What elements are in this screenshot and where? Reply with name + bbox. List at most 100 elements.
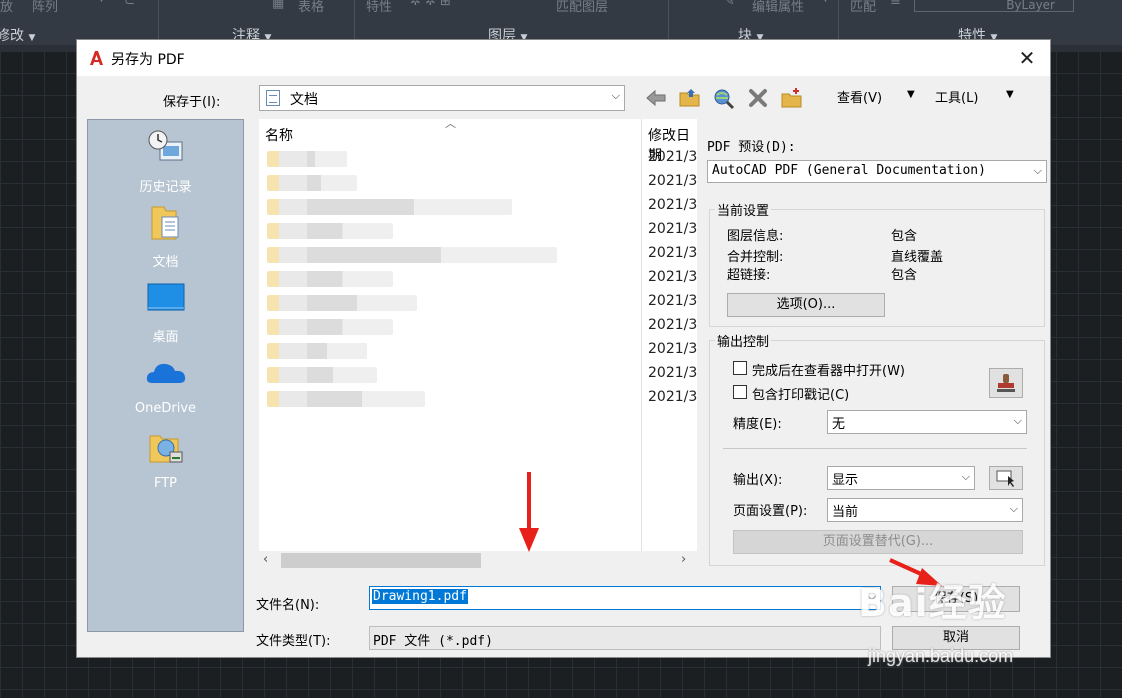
ribbon-group-modify[interactable]: 修改 ▼ <box>0 25 35 45</box>
file-list-item[interactable] <box>267 175 357 191</box>
chevron-down-icon[interactable]: ▼ <box>822 0 829 4</box>
file-list-item[interactable] <box>267 151 347 167</box>
file-type-label: 文件类型(T): <box>256 634 331 649</box>
file-list-item[interactable] <box>267 391 425 407</box>
file-list-item[interactable] <box>267 223 393 239</box>
layer-tool-icon[interactable]: ✲ ✲ ⊞ <box>410 0 451 9</box>
view-menu[interactable]: 查看(V) <box>837 87 882 106</box>
scrollbar-thumb[interactable] <box>281 553 481 568</box>
file-list-item[interactable] <box>267 247 557 263</box>
options-button[interactable]: 选项(O)... <box>727 293 885 317</box>
ribbon-item[interactable]: 匹配 <box>850 0 876 15</box>
file-list-item[interactable] <box>267 343 367 359</box>
ribbon-item[interactable]: 表格 <box>298 0 324 15</box>
page-setup-label: 页面设置(P): <box>733 504 808 519</box>
output-control-title: 输出控制 <box>715 331 772 350</box>
ribbon-item[interactable]: 放 <box>0 0 13 15</box>
chevron-down-icon[interactable]: ▼ <box>1006 89 1014 100</box>
file-list-item[interactable] <box>267 199 512 215</box>
watermark-url: jingyan.baidu.com <box>868 646 1014 666</box>
setting-value: 包含 <box>891 229 918 244</box>
file-date-cell: 2021/3 <box>648 245 698 261</box>
file-date-cell: 2021/3 <box>648 293 698 309</box>
open-in-viewer-checkbox[interactable] <box>733 361 747 375</box>
title-bar[interactable]: 另存为 PDF ✕ <box>77 40 1050 76</box>
file-date-cell: 2021/3 <box>648 269 698 285</box>
place-label: FTP <box>153 476 178 491</box>
back-arrow-icon[interactable] <box>643 85 669 111</box>
documents-folder-icon <box>151 206 178 240</box>
up-folder-icon[interactable] <box>677 85 703 111</box>
open-in-viewer-label[interactable]: 完成后在查看器中打开(W) <box>752 360 905 379</box>
ribbon-item[interactable]: 匹配图层 <box>556 0 608 15</box>
block-icon[interactable]: ✎ <box>724 0 735 9</box>
ribbon-icon[interactable]: ⊂ <box>124 0 135 9</box>
ribbon-separator <box>158 0 159 44</box>
list-icon[interactable]: ≡ <box>890 0 901 9</box>
chevron-down-icon: ⌵ <box>1013 414 1022 427</box>
output-select[interactable]: 显示 ⌵ <box>827 466 975 490</box>
file-date-cell: 2021/3 <box>648 341 698 357</box>
file-date-cell: 2021/3 <box>648 365 698 381</box>
table-icon[interactable]: ▦ <box>272 0 284 11</box>
precision-select[interactable]: 无 ⌵ <box>827 410 1027 434</box>
history-icon <box>148 130 182 161</box>
file-type-value: PDF 文件 (*.pdf) <box>373 634 493 649</box>
place-documents[interactable]: 文档 <box>88 203 243 270</box>
file-list-item[interactable] <box>267 295 417 311</box>
chevron-down-icon[interactable]: ▼ <box>98 0 105 4</box>
setting-key: 超链接: <box>727 268 771 283</box>
baidu-watermark: Bai经验 jingyan.baidu.com <box>858 572 1068 672</box>
pdf-preset-select[interactable]: AutoCAD PDF (General Documentation) ⌵ <box>707 160 1047 183</box>
chevron-right-icon[interactable]: › <box>681 552 686 567</box>
place-label: 文档 <box>152 255 179 270</box>
file-type-select[interactable]: PDF 文件 (*.pdf) <box>369 626 881 650</box>
output-label: 输出(X): <box>733 473 783 488</box>
bylayer-combo[interactable]: ByLayer <box>914 0 1074 12</box>
onedrive-cloud-icon <box>146 363 185 383</box>
column-header-name[interactable]: 名称 <box>265 125 293 145</box>
chevron-left-icon[interactable]: ‹ <box>263 552 268 567</box>
file-name-input[interactable]: Drawing1.pdf ⌵ <box>369 586 881 610</box>
ribbon-item[interactable]: 编辑属性 <box>752 0 804 15</box>
select-window-button[interactable] <box>989 466 1023 490</box>
ribbon-separator <box>668 0 669 44</box>
file-name-value: Drawing1.pdf <box>372 589 468 604</box>
file-date-cell: 2021/3 <box>648 317 698 333</box>
output-value: 显示 <box>832 473 859 488</box>
ribbon-item[interactable]: 特性 <box>366 0 392 15</box>
places-bar: 历史记录 文档 桌面 OneDrive FTP <box>87 119 244 632</box>
save-in-combo[interactable]: 文档 ⌵ <box>259 85 625 111</box>
ribbon-item[interactable]: 阵列 <box>32 0 58 15</box>
delete-icon[interactable] <box>745 85 771 111</box>
column-divider <box>641 119 642 551</box>
include-stamp-checkbox[interactable] <box>733 385 747 399</box>
plot-stamp-settings-button[interactable] <box>989 368 1023 398</box>
horizontal-scrollbar[interactable]: ‹ › <box>259 551 697 570</box>
annotation-arrow-down <box>519 472 539 552</box>
file-list[interactable]: ︿ 名称 修改日期 2021/3 2021/3 2021/3 2021/3 2021/3… <box>259 117 698 551</box>
new-folder-icon[interactable] <box>779 85 805 111</box>
file-date-cell: 2021/3 <box>648 221 698 237</box>
search-web-icon[interactable] <box>711 85 737 111</box>
document-icon <box>266 90 280 106</box>
include-stamp-label[interactable]: 包含打印戳记(C) <box>752 384 849 403</box>
file-list-item[interactable] <box>267 271 393 287</box>
close-icon[interactable]: ✕ <box>1007 44 1047 72</box>
chevron-down-icon[interactable]: ▼ <box>907 89 915 100</box>
page-setup-select[interactable]: 当前 ⌵ <box>827 498 1023 522</box>
page-setup-override-button[interactable]: 页面设置替代(G)... <box>733 530 1023 554</box>
place-onedrive[interactable]: OneDrive <box>88 353 243 416</box>
chevron-down-icon: ▼ <box>28 33 36 43</box>
setting-value: 包含 <box>891 268 918 283</box>
place-ftp[interactable]: FTP <box>88 428 243 491</box>
precision-label: 精度(E): <box>733 417 782 432</box>
tools-menu[interactable]: 工具(L) <box>935 87 978 106</box>
place-history[interactable]: 历史记录 <box>88 128 243 195</box>
file-date-cell: 2021/3 <box>648 173 698 189</box>
place-desktop[interactable]: 桌面 <box>88 278 243 345</box>
place-label: 历史记录 <box>139 180 192 195</box>
file-list-item[interactable] <box>267 319 393 335</box>
file-list-item[interactable] <box>267 367 377 383</box>
precision-value: 无 <box>832 417 846 432</box>
